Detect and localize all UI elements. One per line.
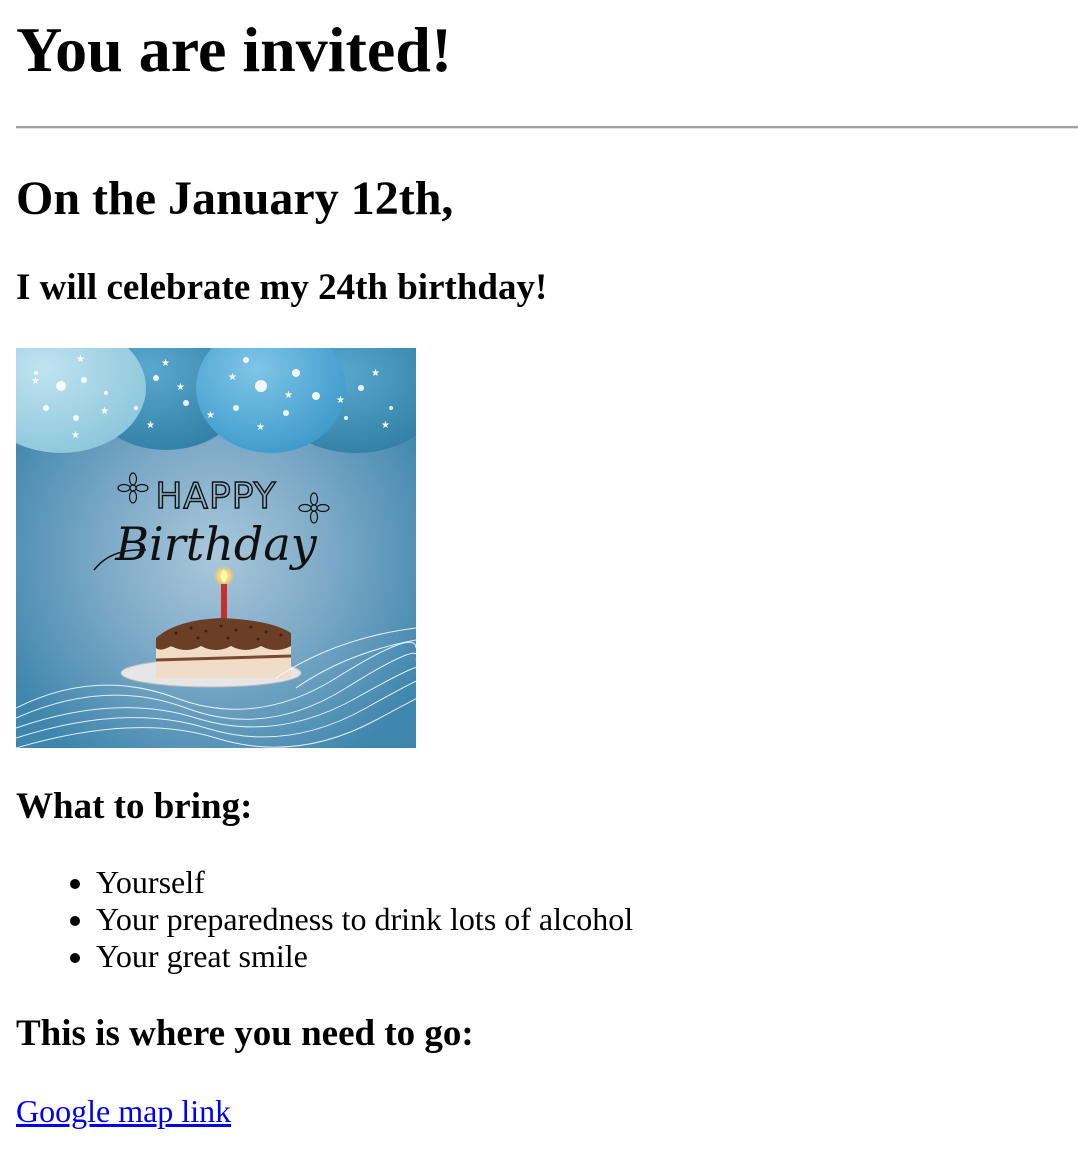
svg-text:★: ★ bbox=[100, 406, 109, 417]
svg-text:★: ★ bbox=[381, 420, 390, 431]
happy-text: HAPPY bbox=[155, 476, 276, 517]
birthday-text: Birthday bbox=[114, 517, 317, 571]
svg-text:★: ★ bbox=[371, 368, 380, 379]
divider bbox=[16, 126, 1078, 129]
bring-list: Yourself Your preparedness to drink lots… bbox=[16, 864, 1078, 975]
svg-text:★: ★ bbox=[76, 354, 85, 365]
page-title: You are invited! bbox=[16, 14, 453, 85]
svg-text:★: ★ bbox=[161, 358, 170, 369]
invitation-page: You are invited! On the January 12th, I … bbox=[0, 14, 1078, 1130]
svg-text:★: ★ bbox=[284, 390, 293, 401]
google-map-link[interactable]: Google map link bbox=[16, 1093, 231, 1130]
list-item: Yourself bbox=[96, 864, 1078, 901]
birthday-card-image: ★ ★ ★ ★ ★ ★ ★ ★ ★ ★ ★ ★ ★ ★ HAPPY Birthday bbox=[16, 348, 416, 748]
svg-text:★: ★ bbox=[146, 420, 155, 431]
svg-text:★: ★ bbox=[256, 422, 265, 433]
svg-text:★: ★ bbox=[206, 410, 215, 421]
celebrate-heading: I will celebrate my 24th birthday! bbox=[16, 267, 548, 308]
list-item: Your great smile bbox=[96, 938, 1078, 975]
bring-heading: What to bring: bbox=[16, 786, 253, 827]
svg-text:★: ★ bbox=[176, 382, 185, 393]
list-item: Your preparedness to drink lots of alcoh… bbox=[96, 901, 1078, 938]
location-heading: This is where you need to go: bbox=[16, 1013, 474, 1054]
svg-text:★: ★ bbox=[31, 376, 40, 387]
svg-text:★: ★ bbox=[71, 430, 80, 441]
svg-text:★: ★ bbox=[228, 372, 237, 383]
date-heading: On the January 12th, bbox=[16, 172, 454, 225]
svg-text:★: ★ bbox=[336, 395, 345, 406]
